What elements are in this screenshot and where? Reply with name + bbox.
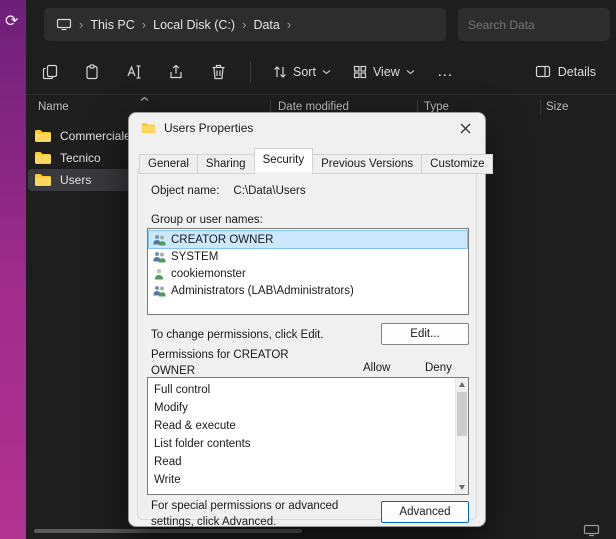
breadcrumb-chevron-icon: › — [142, 19, 146, 31]
delete-icon[interactable] — [208, 62, 228, 82]
group-icon — [152, 285, 166, 297]
breadcrumb-chevron-icon: › — [79, 19, 83, 31]
user-name: CREATOR OWNER — [171, 234, 273, 246]
toolbar: Sort View … — [26, 49, 616, 95]
tab-general[interactable]: General — [139, 154, 198, 174]
dialog-title-bar: Users Properties — [129, 113, 485, 143]
breadcrumb-local-disk-c[interactable]: Local Disk (C:) — [153, 18, 235, 32]
view-toggle-icon[interactable] — [583, 524, 600, 537]
folder-icon — [34, 173, 52, 187]
user-item-cookiemonster[interactable]: cookiemonster — [149, 265, 467, 282]
breadcrumb-chevron-icon: › — [242, 19, 246, 31]
more-options-icon[interactable]: … — [437, 63, 454, 81]
permission-modify[interactable]: Modify — [148, 399, 468, 417]
rename-icon[interactable] — [124, 62, 144, 82]
permissions-for-label: Permissions for CREATOR OWNER — [151, 348, 316, 379]
advanced-button[interactable]: Advanced — [381, 501, 469, 523]
column-size[interactable]: Size — [546, 101, 568, 113]
advanced-hint: For special permissions or advanced sett… — [151, 499, 379, 530]
search-input[interactable] — [468, 18, 616, 32]
group-or-user-label: Group or user names: — [151, 214, 263, 226]
object-name-label: Object name: — [151, 185, 219, 197]
details-pane-icon — [535, 65, 551, 78]
share-icon[interactable] — [166, 62, 186, 82]
group-user-list: CREATOR OWNER SYSTEM cookiemonster Admin… — [147, 228, 469, 315]
group-icon — [152, 251, 166, 263]
permissions-list: Full control Modify Read & execute List … — [147, 377, 469, 495]
scroll-up-icon[interactable] — [456, 378, 468, 391]
sort-dropdown[interactable]: Sort — [273, 65, 331, 79]
file-name: Commerciale — [60, 129, 131, 143]
tab-sharing[interactable]: Sharing — [197, 154, 255, 174]
user-item-system[interactable]: SYSTEM — [149, 248, 467, 265]
permission-full-control[interactable]: Full control — [148, 381, 468, 399]
file-name: Users — [60, 173, 91, 187]
sort-label: Sort — [293, 65, 316, 79]
object-name-row: Object name: C:\Data\Users — [151, 185, 306, 197]
users-properties-dialog: Users Properties General Sharing Securit… — [128, 112, 486, 527]
permission-list-folder-contents[interactable]: List folder contents — [148, 435, 468, 453]
permission-read[interactable]: Read — [148, 453, 468, 471]
paste-icon[interactable] — [82, 62, 102, 82]
user-item-creator-owner[interactable]: CREATOR OWNER — [149, 231, 467, 248]
copy-icon[interactable] — [40, 62, 60, 82]
chevron-down-icon — [322, 69, 331, 75]
user-name: Administrators (LAB\Administrators) — [171, 285, 354, 297]
sort-ascending-icon — [140, 96, 149, 102]
group-icon — [152, 234, 166, 246]
user-item-administrators[interactable]: Administrators (LAB\Administrators) — [149, 282, 467, 299]
breadcrumb-this-pc[interactable]: This PC — [90, 18, 134, 32]
deny-column-label: Deny — [425, 362, 452, 374]
search-box[interactable] — [458, 8, 610, 41]
this-pc-icon — [56, 18, 72, 31]
details-label: Details — [558, 65, 596, 79]
column-divider[interactable] — [540, 100, 541, 115]
sort-icon — [273, 65, 287, 79]
app-edge-strip: ⟳ — [0, 0, 26, 539]
dialog-tabs: General Sharing Security Previous Versio… — [139, 148, 492, 172]
scroll-down-icon[interactable] — [456, 481, 468, 494]
edit-button[interactable]: Edit... — [381, 323, 469, 345]
toolbar-separator — [250, 61, 251, 83]
refresh-icon[interactable]: ⟳ — [5, 14, 18, 30]
tab-customize[interactable]: Customize — [421, 154, 493, 174]
tab-previous-versions[interactable]: Previous Versions — [312, 154, 422, 174]
allow-column-label: Allow — [363, 362, 390, 374]
column-name[interactable]: Name — [38, 101, 69, 113]
user-name: SYSTEM — [171, 251, 218, 263]
file-name: Tecnico — [60, 151, 101, 165]
folder-icon — [34, 129, 52, 143]
address-bar[interactable]: › This PC › Local Disk (C:) › Data › — [44, 8, 446, 41]
breadcrumb-data[interactable]: Data — [253, 18, 279, 32]
user-icon — [152, 268, 166, 280]
permissions-scrollbar[interactable] — [455, 378, 468, 494]
close-icon[interactable] — [457, 120, 473, 136]
user-name: cookiemonster — [171, 268, 246, 280]
scrollbar-thumb[interactable] — [457, 392, 467, 436]
dialog-title: Users Properties — [164, 121, 253, 135]
breadcrumb-chevron-icon: › — [287, 19, 291, 31]
screen: ⟳ › This PC › Local Disk (C:) › Data › — [0, 0, 616, 539]
permission-read-execute[interactable]: Read & execute — [148, 417, 468, 435]
object-name-value: C:\Data\Users — [233, 185, 305, 197]
view-label: View — [373, 65, 400, 79]
chevron-down-icon — [406, 69, 415, 75]
folder-icon — [34, 151, 52, 165]
tab-security[interactable]: Security — [254, 148, 314, 172]
edit-hint: To change permissions, click Edit. — [151, 329, 324, 341]
permission-write[interactable]: Write — [148, 471, 468, 489]
view-dropdown[interactable]: View — [353, 65, 415, 79]
details-button[interactable]: Details — [535, 65, 602, 79]
view-grid-icon — [353, 65, 367, 79]
folder-icon — [141, 122, 156, 134]
